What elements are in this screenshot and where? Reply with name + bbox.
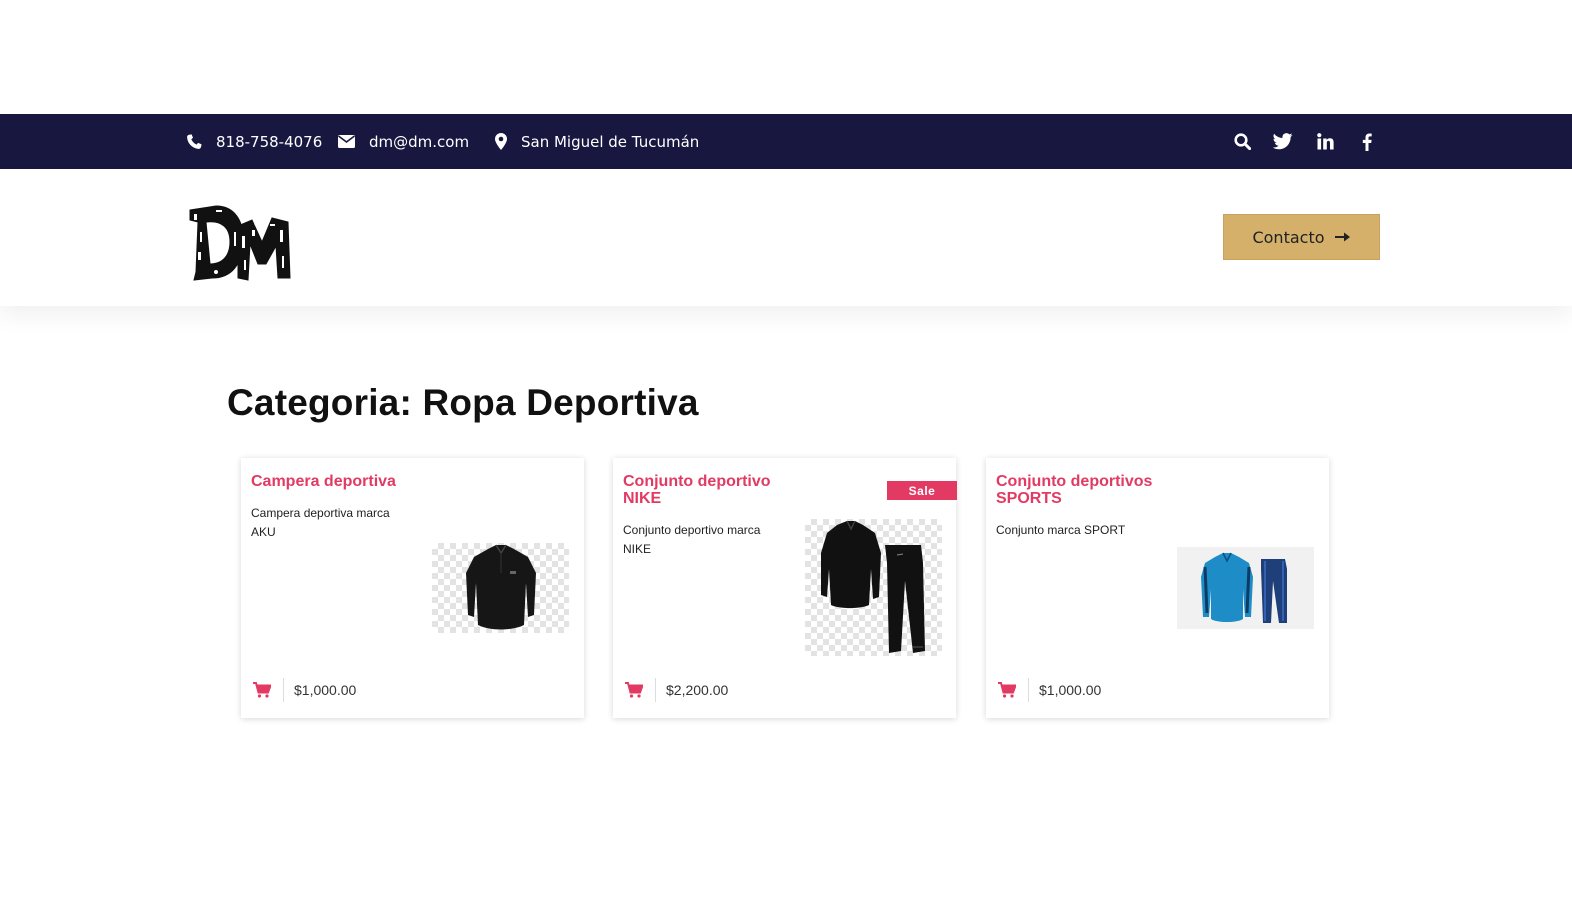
jacket-image — [466, 544, 536, 630]
product-image[interactable] — [805, 519, 942, 656]
product-card[interactable]: Campera deportiva Campera deportiva marc… — [241, 458, 584, 718]
map-pin-icon — [495, 133, 507, 150]
product-price: $1,000.00 — [1039, 682, 1102, 698]
twitter-icon — [1273, 133, 1293, 150]
product-price: $2,200.00 — [666, 682, 729, 698]
tracksuit-image — [821, 520, 925, 653]
product-footer: $1,000.00 — [998, 678, 1101, 702]
divider — [283, 678, 284, 702]
contact-button-label: Contacto — [1252, 227, 1325, 247]
phone-icon — [187, 133, 202, 149]
product-image[interactable] — [1177, 547, 1314, 629]
product-footer: $1,000.00 — [253, 678, 356, 702]
email-contact[interactable]: dm@dm.com — [338, 114, 469, 169]
search-button[interactable] — [1230, 114, 1254, 169]
envelope-icon — [338, 135, 355, 148]
location-contact: San Miguel de Tucumán — [495, 114, 699, 169]
cart-icon — [253, 682, 271, 698]
product-description: Campera deportiva marca AKU — [251, 506, 390, 539]
top-bar: 818-758-4076 dm@dm.com San Miguel de Tuc… — [0, 114, 1572, 169]
email-address: dm@dm.com — [369, 132, 470, 151]
sale-badge: Sale — [887, 481, 957, 500]
cart-icon — [998, 682, 1016, 698]
blue-tracksuit-image — [1201, 552, 1287, 623]
phone-contact[interactable]: 818-758-4076 — [186, 114, 322, 169]
location-text: San Miguel de Tucumán — [521, 132, 700, 151]
facebook-link[interactable] — [1355, 114, 1379, 169]
product-title[interactable]: Campera deportiva — [251, 473, 421, 490]
facebook-icon — [1362, 133, 1372, 151]
page-title: Categoria: Ropa Deportiva — [227, 382, 699, 423]
add-to-cart-button[interactable] — [998, 680, 1018, 700]
twitter-link[interactable] — [1271, 114, 1295, 169]
linkedin-icon — [1316, 133, 1334, 150]
contact-button[interactable]: Contacto — [1223, 214, 1380, 260]
product-price: $1,000.00 — [294, 682, 357, 698]
add-to-cart-button[interactable] — [625, 680, 645, 700]
product-title[interactable]: Conjunto deportivos SPORTS — [996, 473, 1166, 507]
site-logo[interactable] — [186, 202, 294, 284]
product-title[interactable]: Conjunto deportivo NIKE — [623, 473, 793, 507]
product-card[interactable]: Conjunto deportivos SPORTS Conjunto marc… — [986, 458, 1329, 718]
dm-logo-icon — [189, 205, 291, 281]
product-description: Conjunto deportivo marca NIKE — [623, 523, 761, 556]
product-footer: $2,200.00 — [625, 678, 728, 702]
divider — [655, 678, 656, 702]
product-card[interactable]: Conjunto deportivo NIKE Sale Conjunto de… — [613, 458, 957, 718]
arrow-right-icon — [1334, 232, 1350, 242]
add-to-cart-button[interactable] — [253, 680, 273, 700]
linkedin-link[interactable] — [1313, 114, 1337, 169]
cart-icon — [625, 682, 643, 698]
divider — [1028, 678, 1029, 702]
phone-number: 818-758-4076 — [216, 132, 323, 151]
site-header: Contacto — [0, 169, 1572, 306]
product-image[interactable] — [432, 543, 569, 633]
product-description: Conjunto marca SPORT — [996, 523, 1126, 537]
search-icon — [1233, 133, 1251, 150]
